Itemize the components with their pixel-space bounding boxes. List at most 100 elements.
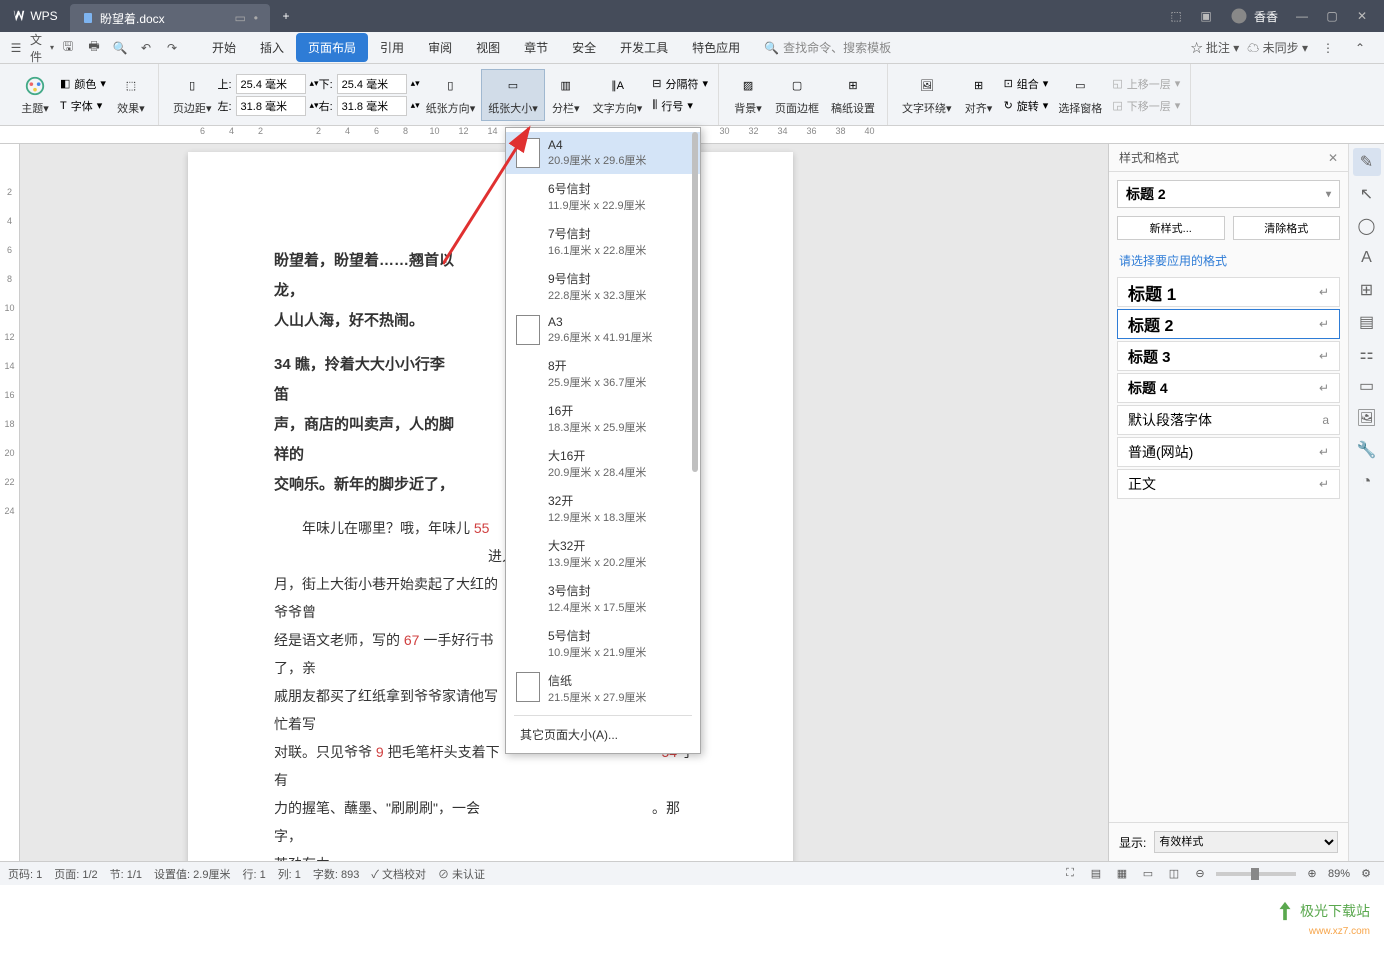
paper-size-option[interactable]: 7号信封16.1厘米 x 22.8厘米 bbox=[506, 219, 700, 264]
collapse-ribbon-icon[interactable]: ⌃ bbox=[1348, 36, 1372, 60]
style-item[interactable]: 标题 4↵ bbox=[1117, 373, 1340, 403]
paper-size-option[interactable]: 大32开13.9厘米 x 20.2厘米 bbox=[506, 531, 700, 576]
margin-button[interactable]: ▯ 页边距▾ bbox=[167, 70, 218, 120]
tool-icon[interactable]: 🔧 bbox=[1353, 436, 1381, 464]
shape-icon[interactable]: ◯ bbox=[1353, 212, 1381, 240]
style-item[interactable]: 标题 2↵ bbox=[1117, 309, 1340, 339]
paper-size-option[interactable]: 8开25.9厘米 x 36.7厘米 bbox=[506, 351, 700, 396]
view-read-icon[interactable]: ◫ bbox=[1164, 864, 1184, 884]
user-info[interactable]: 香香 bbox=[1222, 7, 1286, 25]
menu-tab-6[interactable]: 章节 bbox=[512, 33, 560, 62]
paper-size-option[interactable]: 6号信封11.9厘米 x 22.9厘米 bbox=[506, 174, 700, 219]
menu-tab-2[interactable]: 页面布局 bbox=[296, 33, 368, 62]
cursor-icon[interactable]: ↖ bbox=[1353, 180, 1381, 208]
font-button[interactable]: T 字体▾ bbox=[56, 96, 110, 116]
background-button[interactable]: ▨ 背景▾ bbox=[727, 70, 769, 120]
view-print-icon[interactable]: ▤ bbox=[1086, 864, 1106, 884]
clear-format-button[interactable]: 清除格式 bbox=[1233, 216, 1341, 240]
app-logo[interactable]: WPS bbox=[0, 0, 70, 32]
new-tab-button[interactable]: + bbox=[270, 0, 302, 32]
more-icon[interactable]: ⋮ bbox=[1316, 36, 1340, 60]
menu-tab-0[interactable]: 开始 bbox=[200, 33, 248, 62]
text-direction-button[interactable]: ∥A 文字方向▾ bbox=[587, 70, 649, 120]
menu-tab-4[interactable]: 审阅 bbox=[416, 33, 464, 62]
dropdown-scrollbar[interactable] bbox=[692, 132, 698, 472]
menu-tab-9[interactable]: 特色应用 bbox=[680, 33, 752, 62]
margin-top-input[interactable] bbox=[236, 74, 306, 94]
display-select[interactable]: 有效样式 bbox=[1154, 831, 1338, 853]
paper-size-option[interactable]: 信纸21.5厘米 x 27.9厘米 bbox=[506, 666, 700, 711]
paper-size-option[interactable]: A329.6厘米 x 41.91厘米 bbox=[506, 309, 700, 351]
tab-monitor-icon[interactable]: ▭ bbox=[234, 11, 245, 25]
paper-size-button[interactable]: ▭ 纸张大小▾ bbox=[481, 69, 545, 121]
group-button[interactable]: ⊡ 组合▾ bbox=[1000, 74, 1053, 94]
layout-icon[interactable]: ▤ bbox=[1353, 308, 1381, 336]
paper-size-option[interactable]: 16开18.3厘米 x 25.9厘米 bbox=[506, 396, 700, 441]
document-tab[interactable]: 盼望着.docx ▭ • bbox=[70, 4, 270, 32]
other-size-option[interactable]: 其它页面大小(A)... bbox=[506, 720, 700, 749]
view-outline-icon[interactable]: ▦ bbox=[1112, 864, 1132, 884]
file-menu[interactable]: 文件▾ bbox=[30, 36, 54, 60]
minimize-button[interactable]: — bbox=[1288, 2, 1316, 30]
menu-tab-1[interactable]: 插入 bbox=[248, 33, 296, 62]
share-icon[interactable]: ⚏ bbox=[1353, 340, 1381, 368]
menu-tab-7[interactable]: 安全 bbox=[560, 33, 608, 62]
annotation-toggle[interactable]: ☆ 批注 ▾ bbox=[1191, 39, 1240, 56]
settings-icon[interactable]: ⚙ bbox=[1356, 864, 1376, 884]
paper-size-option[interactable]: 5号信封10.9厘米 x 21.9厘米 bbox=[506, 621, 700, 666]
text-wrap-button[interactable]: 🖼 文字环绕▾ bbox=[896, 70, 958, 120]
view-web-icon[interactable]: ▭ bbox=[1138, 864, 1158, 884]
save-icon[interactable]: 🖫 bbox=[56, 36, 80, 60]
page-border-button[interactable]: ▢ 页面边框 bbox=[769, 70, 825, 120]
status-page[interactable]: 页码: 1 bbox=[8, 866, 42, 882]
titlebar-icon-2[interactable]: ▣ bbox=[1192, 2, 1220, 30]
effect-button[interactable]: ⬚ 效果▾ bbox=[110, 70, 152, 120]
selection-pane-button[interactable]: ▭ 选择窗格 bbox=[1052, 70, 1108, 120]
orientation-button[interactable]: ▯ 纸张方向▾ bbox=[420, 70, 482, 120]
style-current[interactable]: 标题 2▾ bbox=[1117, 180, 1340, 208]
style-item[interactable]: 标题 3↵ bbox=[1117, 341, 1340, 371]
margin-right-input[interactable] bbox=[337, 96, 407, 116]
paper-size-option[interactable]: 3号信封12.4厘米 x 17.5厘米 bbox=[506, 576, 700, 621]
style-item[interactable]: 标题 1↵ bbox=[1117, 277, 1340, 307]
style-item[interactable]: 默认段落字体a bbox=[1117, 405, 1340, 435]
line-number-button[interactable]: ⫼ 行号▾ bbox=[648, 96, 712, 116]
tab-close-icon[interactable]: • bbox=[254, 11, 258, 25]
print-icon[interactable]: 🖶 bbox=[82, 36, 106, 60]
view-fullscreen-icon[interactable]: ⛶ bbox=[1060, 864, 1080, 884]
menu-tab-3[interactable]: 引用 bbox=[368, 33, 416, 62]
color-button[interactable]: ◧ 颜色▾ bbox=[56, 74, 110, 94]
style-item[interactable]: 正文↵ bbox=[1117, 469, 1340, 499]
margin-bottom-input[interactable] bbox=[337, 74, 407, 94]
image-icon[interactable]: 🖼 bbox=[1353, 404, 1381, 432]
menu-tab-5[interactable]: 视图 bbox=[464, 33, 512, 62]
clock-icon[interactable]: ◔ bbox=[1353, 468, 1381, 496]
hamburger-icon[interactable]: ☰ bbox=[4, 36, 28, 60]
status-chars[interactable]: 字数: 893 bbox=[313, 866, 359, 882]
separator-button[interactable]: ⊟ 分隔符▾ bbox=[648, 74, 712, 94]
paper-size-option[interactable]: A420.9厘米 x 29.6厘米 bbox=[506, 132, 700, 174]
preview-icon[interactable]: 🔍 bbox=[108, 36, 132, 60]
panel-close-icon[interactable]: ✕ bbox=[1328, 151, 1338, 165]
margin-left-input[interactable] bbox=[236, 96, 306, 116]
sync-status[interactable]: ☁ 未同步 ▾ bbox=[1247, 39, 1308, 56]
note-icon[interactable]: ▭ bbox=[1353, 372, 1381, 400]
paper-size-option[interactable]: 9号信封22.8厘米 x 32.3厘米 bbox=[506, 264, 700, 309]
pencil-icon[interactable]: ✎ bbox=[1353, 148, 1381, 176]
close-button[interactable]: ✕ bbox=[1348, 2, 1376, 30]
search-box[interactable]: 🔍 查找命令、搜索模板 bbox=[764, 39, 891, 56]
table-icon[interactable]: ⊞ bbox=[1353, 276, 1381, 304]
text-icon[interactable]: A bbox=[1353, 244, 1381, 272]
rotate-button[interactable]: ↻ 旋转▾ bbox=[1000, 96, 1053, 116]
zoom-in-icon[interactable]: ⊕ bbox=[1302, 864, 1322, 884]
columns-button[interactable]: ▥ 分栏▾ bbox=[545, 70, 587, 120]
style-item[interactable]: 普通(网站)↵ bbox=[1117, 437, 1340, 467]
zoom-value[interactable]: 89% bbox=[1328, 868, 1350, 880]
menu-tab-8[interactable]: 开发工具 bbox=[608, 33, 680, 62]
undo-icon[interactable]: ↶ bbox=[134, 36, 158, 60]
status-pages[interactable]: 页面: 1/2 bbox=[54, 866, 97, 882]
status-doccheck[interactable]: ✓ 文档校对 bbox=[371, 866, 426, 882]
align-button[interactable]: ⊞ 对齐▾ bbox=[958, 70, 1000, 120]
titlebar-icon-1[interactable]: ⬚ bbox=[1162, 2, 1190, 30]
paper-size-option[interactable]: 32开12.9厘米 x 18.3厘米 bbox=[506, 486, 700, 531]
